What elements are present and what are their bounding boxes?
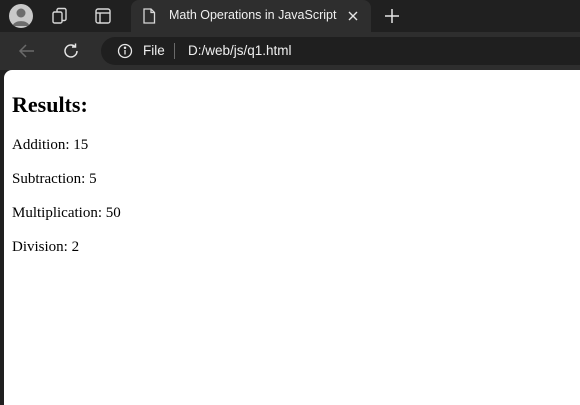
plus-icon[interactable] <box>381 5 403 27</box>
address-bar[interactable]: File D:/web/js/q1.html <box>101 37 580 65</box>
result-addition: Addition: 15 <box>12 137 89 153</box>
page-heading: Results: <box>12 92 88 117</box>
navigation-toolbar: File D:/web/js/q1.html <box>0 32 580 70</box>
back-arrow-icon[interactable] <box>16 40 38 62</box>
result-division: Division: 2 <box>12 239 80 255</box>
scheme-label[interactable]: File <box>143 43 165 58</box>
workspaces-icon[interactable] <box>50 6 72 26</box>
close-icon[interactable] <box>345 8 361 24</box>
refresh-icon[interactable] <box>60 40 82 62</box>
result-subtraction: Subtraction: 5 <box>12 171 97 187</box>
profile-avatar-icon[interactable] <box>9 4 33 28</box>
address-separator <box>174 43 175 59</box>
tab-actions-icon[interactable] <box>92 6 114 26</box>
active-tab[interactable]: Math Operations in JavaScript <box>131 0 371 32</box>
page-icon <box>141 8 157 24</box>
result-multiplication: Multiplication: 50 <box>12 205 121 221</box>
url-text[interactable]: D:/web/js/q1.html <box>188 43 292 58</box>
tab-strip: Math Operations in JavaScript <box>0 0 580 32</box>
page-content: Results: Addition: 15 Subtraction: 5 Mul… <box>4 92 580 256</box>
info-icon[interactable] <box>117 43 133 59</box>
page-viewport: Results: Addition: 15 Subtraction: 5 Mul… <box>4 70 580 405</box>
tab-title: Math Operations in JavaScript <box>169 8 337 22</box>
